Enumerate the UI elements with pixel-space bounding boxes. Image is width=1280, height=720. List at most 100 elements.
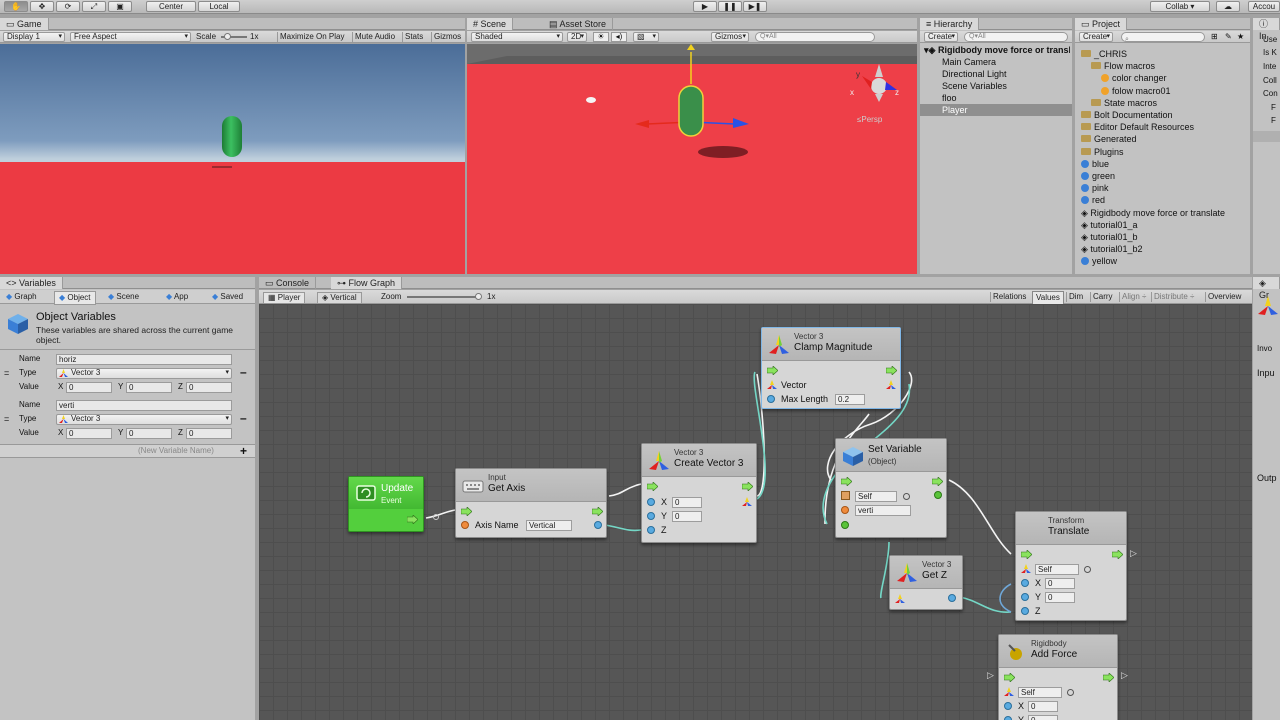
force-x-field[interactable]: 0: [1028, 701, 1058, 712]
flow-in-arrow-icon[interactable]: [1021, 550, 1032, 559]
project-item[interactable]: ◈ tutorial01_b2: [1081, 243, 1142, 255]
inspector-line[interactable]: Is K: [1263, 47, 1277, 59]
scene-gizmos-select[interactable]: Gizmos: [711, 32, 749, 42]
account-button[interactable]: Accou: [1248, 1, 1280, 12]
hierarchy-item[interactable]: Directional Light: [942, 68, 1007, 80]
x-input-port[interactable]: [647, 498, 655, 506]
var-name-field[interactable]: horiz: [56, 354, 232, 365]
hierarchy-create-button[interactable]: Create: [924, 32, 958, 42]
step-button[interactable]: ▶❚: [743, 1, 767, 12]
axis-name-port[interactable]: [461, 521, 469, 529]
breadcrumb-vertical[interactable]: ◈ Vertical: [317, 292, 362, 304]
flow-out-arrow-icon[interactable]: [932, 477, 943, 486]
persp-label[interactable]: ≤Persp: [857, 115, 882, 124]
name-port[interactable]: [841, 506, 849, 514]
mute-audio-toggle[interactable]: Mute Audio: [352, 32, 395, 42]
new-variable-input[interactable]: (New Variable Name): [138, 446, 214, 455]
inspector-line[interactable]: Coll: [1263, 75, 1277, 87]
var-x-field[interactable]: 0: [66, 382, 112, 393]
vector-in-icon[interactable]: [895, 594, 906, 603]
project-item[interactable]: folow macro01: [1101, 85, 1171, 97]
aspect-select[interactable]: Free Aspect: [70, 32, 191, 42]
flow-out-arrow-icon[interactable]: [886, 366, 897, 375]
z-out-port[interactable]: [948, 594, 956, 602]
project-item[interactable]: blue: [1081, 158, 1109, 170]
target-ring-icon[interactable]: [903, 493, 910, 500]
gameobject-port-icon[interactable]: [841, 491, 850, 500]
tab-scene[interactable]: # Scene: [467, 18, 514, 30]
tab-variables[interactable]: <> Variables: [0, 277, 63, 289]
flow-in-arrow-icon[interactable]: [841, 477, 852, 486]
scene-audio-toggle[interactable]: ◂): [611, 32, 627, 42]
project-item[interactable]: ◈ Rigidbody move force or translate: [1081, 207, 1225, 219]
set-variable-name[interactable]: verti: [855, 505, 911, 516]
shading-select[interactable]: Shaded: [471, 32, 563, 42]
remove-variable-button[interactable]: –: [240, 366, 247, 378]
scene-light-icon[interactable]: [586, 97, 596, 103]
rect-tool-button[interactable]: ▣: [108, 1, 132, 12]
x-field[interactable]: 0: [672, 497, 702, 508]
play-button[interactable]: ▶: [693, 1, 717, 12]
translate-x-port[interactable]: [1021, 579, 1029, 587]
vector-out-icon[interactable]: [742, 497, 753, 506]
rigidbody-port-icon[interactable]: [1004, 687, 1015, 696]
distribute-dropdown[interactable]: Distribute ÷: [1151, 292, 1194, 302]
flow-out-arrow-icon[interactable]: [1103, 673, 1114, 682]
flow-in-arrow-icon[interactable]: [1004, 673, 1015, 682]
values-toggle[interactable]: Values: [1032, 291, 1064, 305]
project-item[interactable]: _CHRIS: [1081, 48, 1127, 60]
var-x-field[interactable]: 0: [66, 428, 112, 439]
var-z-field[interactable]: 0: [186, 428, 232, 439]
tab-console[interactable]: ▭ Console: [259, 277, 317, 289]
node-translate[interactable]: Transform Translate Self X 0 Y 0 Z: [1015, 511, 1127, 621]
transform-port-icon[interactable]: [1021, 564, 1032, 573]
scope-tab-app[interactable]: ◆ App: [166, 292, 188, 302]
node-set-variable[interactable]: Set Variable (Object) Self verti: [835, 438, 947, 538]
var-type-select[interactable]: Vector 3: [56, 368, 232, 379]
scene-player-capsule[interactable]: [678, 85, 704, 137]
tab-graph-inspector[interactable]: ◈ Gr: [1253, 277, 1280, 300]
overview-button[interactable]: Overview: [1205, 292, 1241, 302]
project-item[interactable]: Plugins: [1081, 146, 1124, 158]
flow-in-arrow-icon[interactable]: [461, 507, 472, 516]
project-item[interactable]: yellow: [1081, 255, 1117, 267]
node-clamp-magnitude[interactable]: Vector 3 Clamp Magnitude Vector Max Leng…: [761, 327, 901, 409]
scene-effects-select[interactable]: ▧: [633, 32, 659, 42]
pivot-local-button[interactable]: Local: [198, 1, 240, 12]
project-filter-label-button[interactable]: ✎: [1225, 32, 1232, 41]
project-item[interactable]: green: [1081, 170, 1115, 182]
value-in-port[interactable]: [841, 521, 849, 529]
force-y-field[interactable]: 0: [1028, 715, 1058, 720]
force-y-port[interactable]: [1004, 716, 1012, 720]
breadcrumb-player[interactable]: ▦ Player: [263, 292, 306, 304]
cloud-button[interactable]: ☁: [1216, 1, 1240, 12]
y-input-port[interactable]: [647, 512, 655, 520]
translate-y-field[interactable]: 0: [1045, 592, 1075, 603]
scope-tab-graph[interactable]: ◆ Graph: [6, 292, 37, 302]
inspector-line[interactable]: F: [1271, 115, 1276, 127]
inspector-component-header[interactable]: [1253, 131, 1280, 142]
max-length-field[interactable]: 0.2: [835, 394, 865, 405]
var-y-field[interactable]: 0: [126, 428, 172, 439]
rotate-tool-button[interactable]: ⟳: [56, 1, 80, 12]
vector-in-icon[interactable]: [767, 380, 778, 389]
value-out-port[interactable]: [934, 491, 942, 499]
inspector-line[interactable]: Con: [1263, 88, 1278, 100]
remove-variable-button[interactable]: –: [240, 412, 247, 424]
game-gizmos-toggle[interactable]: Gizmos: [431, 32, 461, 42]
scope-tab-scene[interactable]: ◆ Scene: [108, 292, 139, 302]
project-item[interactable]: ◈ tutorial01_a: [1081, 219, 1137, 231]
display-select[interactable]: Display 1: [3, 32, 65, 42]
game-viewport[interactable]: [0, 44, 465, 274]
zoom-slider[interactable]: [407, 296, 481, 298]
project-item[interactable]: State macros: [1091, 97, 1157, 109]
drag-handle-icon[interactable]: =: [4, 367, 9, 379]
project-item[interactable]: Generated: [1081, 133, 1137, 145]
node-update[interactable]: Update Event: [348, 476, 424, 532]
node-get-axis[interactable]: Input Get Axis Axis Name Vertical: [455, 468, 607, 538]
project-item[interactable]: color changer: [1101, 72, 1167, 84]
translate-target[interactable]: Self: [1035, 564, 1079, 575]
flow-out-arrow-icon[interactable]: [742, 482, 753, 491]
hierarchy-item-selected[interactable]: Player: [920, 104, 1072, 116]
project-item[interactable]: Flow macros: [1091, 60, 1155, 72]
